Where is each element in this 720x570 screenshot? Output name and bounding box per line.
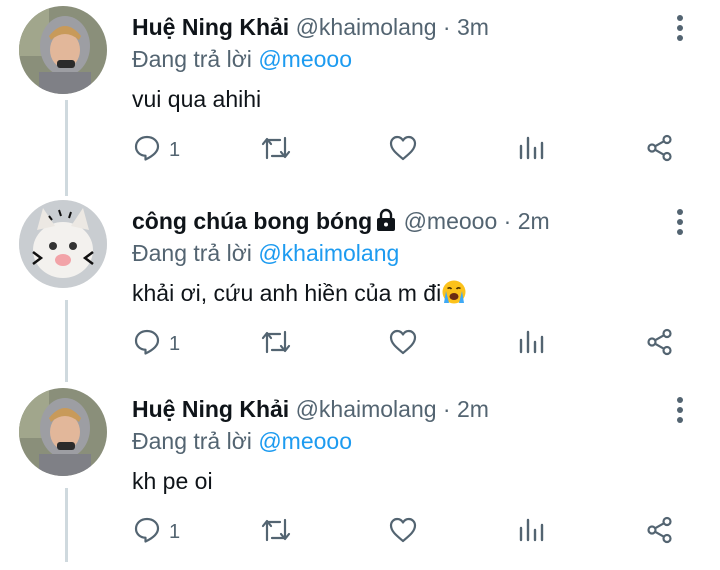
share-button[interactable]: [646, 128, 674, 172]
reply-icon: [133, 328, 161, 361]
mention-link[interactable]: @meooo: [258, 428, 352, 454]
retweet-button[interactable]: [260, 322, 292, 366]
reply-count: 1: [169, 520, 181, 543]
reply-button[interactable]: 1: [133, 322, 180, 366]
separator: ·: [497, 208, 518, 234]
share-button[interactable]: [646, 322, 674, 366]
tweet[interactable]: Huệ Ning Khải @khaimolang · 2m Đang trả …: [0, 382, 720, 570]
display-name[interactable]: Huệ Ning Khải: [132, 14, 289, 40]
reply-button[interactable]: 1: [133, 128, 180, 172]
replying-label: Đang trả lời: [132, 240, 259, 266]
more-options-icon[interactable]: [668, 392, 692, 428]
replying-to-line: Đang trả lời @meooo: [132, 44, 352, 74]
analytics-icon: [518, 516, 544, 549]
tweet[interactable]: Huệ Ning Khải @khaimolang · 3m Đang trả …: [0, 0, 720, 188]
tweet-text: kh pe oi: [132, 468, 213, 494]
analytics-button[interactable]: [518, 510, 544, 554]
replying-to-line: Đang trả lời @meooo: [132, 426, 352, 456]
retweet-button[interactable]: [260, 128, 292, 172]
analytics-icon: [518, 134, 544, 167]
tweet-text: vui qua ahihi: [132, 86, 262, 112]
user-handle[interactable]: @khaimolang: [296, 14, 437, 40]
like-button[interactable]: [388, 510, 418, 554]
mention-link[interactable]: @meooo: [258, 46, 352, 72]
analytics-button[interactable]: [518, 322, 544, 366]
retweet-icon: [260, 134, 292, 167]
author-line: Huệ Ning Khải @khaimolang · 2m: [132, 394, 489, 424]
replying-label: Đang trả lời: [132, 428, 259, 454]
reply-icon: [133, 516, 161, 549]
like-icon: [388, 134, 418, 167]
tweet-text-line: khải ơi, cứu anh hiền của m đi: [132, 278, 467, 312]
display-name[interactable]: công chúa bong bóng: [132, 208, 372, 234]
share-button[interactable]: [646, 510, 674, 554]
share-icon: [646, 134, 674, 167]
avatar[interactable]: [19, 6, 107, 94]
share-icon: [646, 328, 674, 361]
replying-label: Đang trả lời: [132, 46, 259, 72]
like-button[interactable]: [388, 322, 418, 366]
action-bar: 1: [0, 322, 720, 366]
more-options-icon[interactable]: [668, 10, 692, 46]
analytics-button[interactable]: [518, 128, 544, 172]
replying-to-line: Đang trả lời @khaimolang: [132, 238, 399, 268]
separator: ·: [436, 14, 457, 40]
user-handle[interactable]: @khaimolang: [296, 396, 437, 422]
timestamp[interactable]: 3m: [457, 14, 489, 40]
tweet[interactable]: công chúa bong bóng @meooo · 2m Đang trả…: [0, 194, 720, 382]
retweet-button[interactable]: [260, 510, 292, 554]
like-icon: [388, 328, 418, 361]
retweet-icon: [260, 516, 292, 549]
tweet-text: khải ơi, cứu anh hiền của m đi: [132, 280, 442, 306]
analytics-icon: [518, 328, 544, 361]
avatar[interactable]: [19, 388, 107, 476]
avatar[interactable]: [19, 200, 107, 288]
loudly-crying-face-icon: [441, 279, 467, 312]
like-button[interactable]: [388, 128, 418, 172]
author-line: công chúa bong bóng @meooo · 2m: [132, 206, 550, 239]
reply-icon: [133, 134, 161, 167]
reply-count: 1: [169, 332, 181, 355]
mention-link[interactable]: @khaimolang: [258, 240, 399, 266]
reply-count: 1: [169, 138, 181, 161]
timestamp[interactable]: 2m: [518, 208, 550, 234]
action-bar: 1: [0, 128, 720, 172]
timestamp[interactable]: 2m: [457, 396, 489, 422]
more-options-icon[interactable]: [668, 204, 692, 240]
reply-button[interactable]: 1: [133, 510, 180, 554]
action-bar: 1: [0, 510, 720, 554]
user-handle[interactable]: @meooo: [404, 208, 498, 234]
separator: ·: [436, 396, 457, 422]
retweet-icon: [260, 328, 292, 361]
display-name[interactable]: Huệ Ning Khải: [132, 396, 289, 422]
lock-icon: [375, 208, 397, 239]
like-icon: [388, 516, 418, 549]
share-icon: [646, 516, 674, 549]
author-line: Huệ Ning Khải @khaimolang · 3m: [132, 12, 489, 42]
